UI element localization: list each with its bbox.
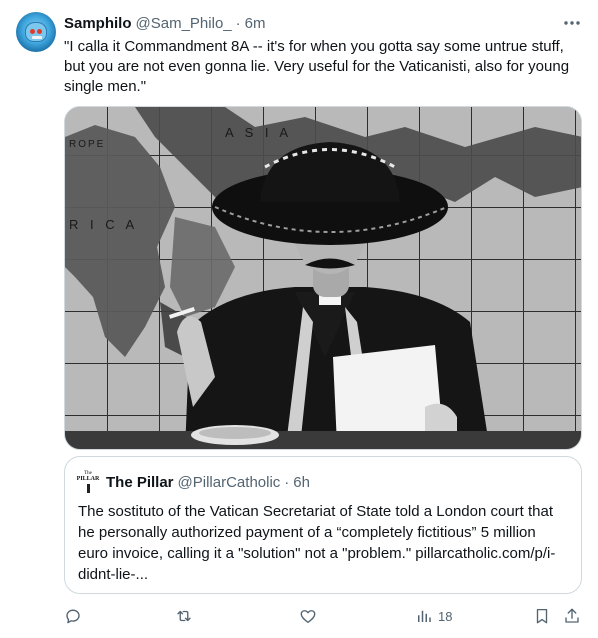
reply-button[interactable] [64,604,82,628]
quoted-author-name: The Pillar [106,473,174,491]
avatar-face [25,22,47,42]
map-label-europe: ROPE [69,139,105,150]
map-label-asia: A S I A [225,125,292,140]
avatar-eye-left [30,29,35,34]
retweet-button[interactable] [175,604,193,628]
tweet-actions: 18 [64,604,582,628]
like-button[interactable] [299,604,317,628]
quoted-tweet-header: The PILLAR The Pillar @PillarCatholic · … [76,471,310,493]
tweet-text: "I calla it Commandment 8A -- it's for w… [64,38,570,95]
header-separator: · [235,14,241,32]
logo-text-bottom: PILLAR [76,476,100,482]
photo-illustration: ROPE A S I A R I C A [65,107,581,449]
share-button[interactable] [563,604,581,628]
more-options-button[interactable] [560,14,584,32]
avatar-eye-right [37,29,42,34]
pillar-logo-avatar[interactable]: The PILLAR [76,471,100,493]
quoted-tweet-text: The sostituto of the Vatican Secretariat… [78,503,556,583]
views-button[interactable]: 18 [415,604,452,628]
like-icon [300,610,316,624]
tweet-timestamp[interactable]: 6m [245,15,266,32]
avatar-mouth [32,36,42,39]
pillar-column-icon [86,484,90,493]
retweet-icon [177,610,191,622]
avatar[interactable] [16,12,56,52]
quoted-timestamp: 6h [293,473,310,491]
author-name[interactable]: Samphilo [64,15,132,32]
share-icon [565,608,579,623]
views-count: 18 [438,608,453,624]
bookmark-button[interactable] [533,604,551,628]
quoted-header-separator: · [284,473,290,491]
quoted-author-handle: @PillarCatholic [177,473,281,491]
author-handle[interactable]: @Sam_Philo_ [136,15,232,32]
tweet-header: Samphilo @Sam_Philo_ · 6m [64,13,265,33]
map-label-africa: R I C A [69,217,138,232]
reply-icon [66,609,80,624]
views-icon [418,610,431,622]
more-horizontal-icon [564,21,580,25]
quoted-tweet[interactable]: The PILLAR The Pillar @PillarCatholic · … [64,456,582,594]
tweet-photo[interactable]: ROPE A S I A R I C A [64,106,582,450]
bookmark-icon [536,608,548,624]
